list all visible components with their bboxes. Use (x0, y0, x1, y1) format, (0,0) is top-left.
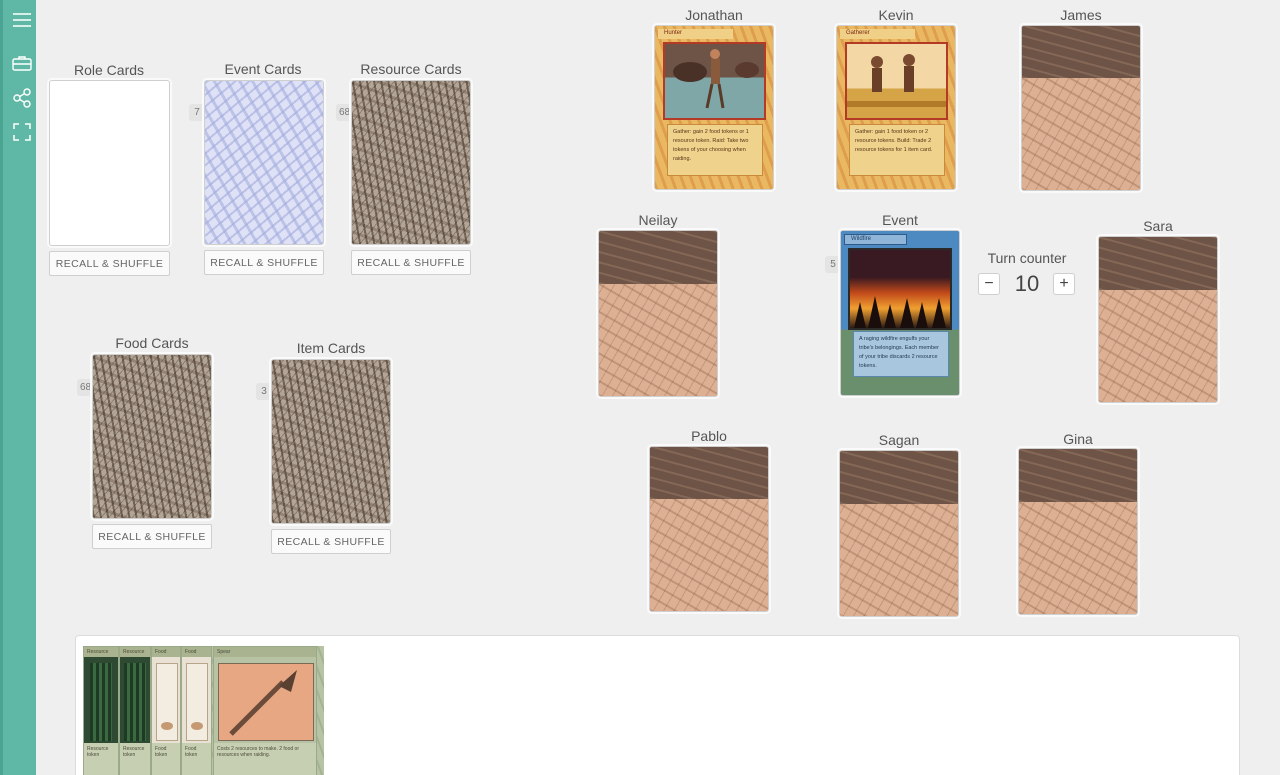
resource-cards-deck[interactable] (351, 80, 471, 245)
hand-card-resource-2[interactable]: Resource Resource token (119, 646, 151, 775)
hand-card-resource-1[interactable]: Resource Resource token (83, 646, 119, 775)
hand-card-text: Food token (182, 743, 211, 775)
hand-cards-strip[interactable]: Resource Resource token Resource Resourc… (83, 646, 324, 775)
hand-card-title: Resource (120, 647, 150, 657)
event-text: A raging wildfire engulfs your tribe's b… (853, 331, 949, 377)
food-art (156, 663, 178, 741)
event-cards-label: Event Cards (224, 61, 302, 77)
card-back-top (1019, 449, 1137, 502)
turn-decrement-button[interactable]: − (978, 273, 1000, 295)
wildfire-event-card: Wildfire A raging wildfire engulfs your … (841, 231, 959, 395)
player-card-sagan[interactable] (839, 450, 959, 617)
item-cards-deck[interactable] (271, 359, 391, 524)
player-name-james: James (1060, 7, 1102, 23)
card-back-top (1099, 237, 1217, 290)
player-name-sara: Sara (1143, 218, 1173, 234)
wildfire-illustration (848, 248, 952, 330)
player-name-gina: Gina (1063, 431, 1093, 447)
card-back-top (650, 447, 768, 500)
player-name-jonathan: Jonathan (685, 7, 743, 23)
food-cards-deck[interactable] (92, 354, 212, 519)
event-card-wildfire[interactable]: Wildfire A raging wildfire engulfs your … (840, 230, 960, 396)
event-recall-shuffle-button[interactable]: RECALL & SHUFFLE (204, 250, 324, 275)
fullscreen-icon[interactable] (11, 121, 33, 143)
spear-art (218, 663, 314, 741)
role-text: Gather: gain 2 food tokens or 1 resource… (667, 124, 763, 176)
turn-increment-button[interactable]: + (1053, 273, 1075, 295)
menu-icon[interactable] (11, 9, 33, 31)
event-slot-label: Event (882, 212, 918, 228)
event-slot-count: 5 (825, 256, 841, 273)
hand-card-text: Resource token (120, 743, 150, 775)
sidebar (0, 0, 36, 775)
card-back-top (599, 231, 717, 284)
event-cards-deck[interactable] (204, 80, 324, 245)
player-card-jonathan[interactable]: Hunter Gather: gain 2 food tokens or 1 r… (654, 25, 774, 190)
hand-card-title: Spear (214, 647, 316, 657)
turn-counter-label: Turn counter (987, 250, 1067, 266)
role-title: Gatherer (840, 29, 915, 39)
player-name-kevin: Kevin (878, 7, 914, 23)
role-title: Hunter (658, 29, 733, 39)
event-cards-count: 7 (189, 104, 205, 121)
card-back-top (1022, 26, 1140, 79)
role-cards-label: Role Cards (73, 62, 145, 78)
player-card-gina[interactable] (1018, 448, 1138, 615)
gatherer-role-card: Gatherer Gather: gain 1 food token or 2 … (837, 26, 955, 189)
food-cards-label: Food Cards (115, 335, 189, 351)
food-art (186, 663, 208, 741)
hunter-illustration (663, 42, 766, 120)
resource-art (124, 663, 146, 741)
player-name-neilay: Neilay (638, 212, 678, 228)
item-cards-count: 3 (256, 383, 272, 400)
player-card-kevin[interactable]: Gatherer Gather: gain 1 food token or 2 … (836, 25, 956, 190)
player-card-pablo[interactable] (649, 446, 769, 612)
food-recall-shuffle-button[interactable]: RECALL & SHUFFLE (92, 524, 212, 549)
hand-card-title: Resource (84, 647, 118, 657)
hand-card-spear[interactable]: Spear Costs 2 resources to make. 2 food … (213, 646, 317, 775)
hand-card-title: Food (182, 647, 211, 657)
resource-cards-label: Resource Cards (360, 61, 462, 77)
turn-counter-value: 10 (1014, 271, 1040, 296)
role-cards-deck[interactable] (49, 80, 170, 246)
hand-card-food-2[interactable]: Food Food token (181, 646, 212, 775)
hand-card-text: Costs 2 resources to make. 2 food or res… (214, 743, 316, 775)
player-card-neilay[interactable] (598, 230, 718, 397)
item-cards-label: Item Cards (296, 340, 366, 356)
hand-card-text: Food token (152, 743, 180, 775)
role-text: Gather: gain 1 food token or 2 resource … (849, 124, 945, 176)
resource-recall-shuffle-button[interactable]: RECALL & SHUFFLE (351, 250, 471, 275)
briefcase-icon[interactable] (11, 52, 33, 74)
resource-art (90, 663, 112, 741)
gatherer-illustration (845, 42, 948, 120)
player-name-sagan: Sagan (878, 432, 920, 448)
hand-card-title: Food (152, 647, 180, 657)
hand-tray: Resource Resource token Resource Resourc… (75, 635, 1240, 775)
player-name-pablo: Pablo (691, 428, 727, 444)
card-back-top (840, 451, 958, 504)
hand-card-text: Resource token (84, 743, 118, 775)
hand-card-food-1[interactable]: Food Food token (151, 646, 181, 775)
item-recall-shuffle-button[interactable]: RECALL & SHUFFLE (271, 529, 391, 554)
role-recall-shuffle-button[interactable]: RECALL & SHUFFLE (49, 251, 170, 276)
event-title: Wildfire (844, 234, 907, 245)
hunter-role-card: Hunter Gather: gain 2 food tokens or 1 r… (655, 26, 773, 189)
share-icon[interactable] (11, 87, 33, 109)
player-card-james[interactable] (1021, 25, 1141, 191)
player-card-sara[interactable] (1098, 236, 1218, 403)
